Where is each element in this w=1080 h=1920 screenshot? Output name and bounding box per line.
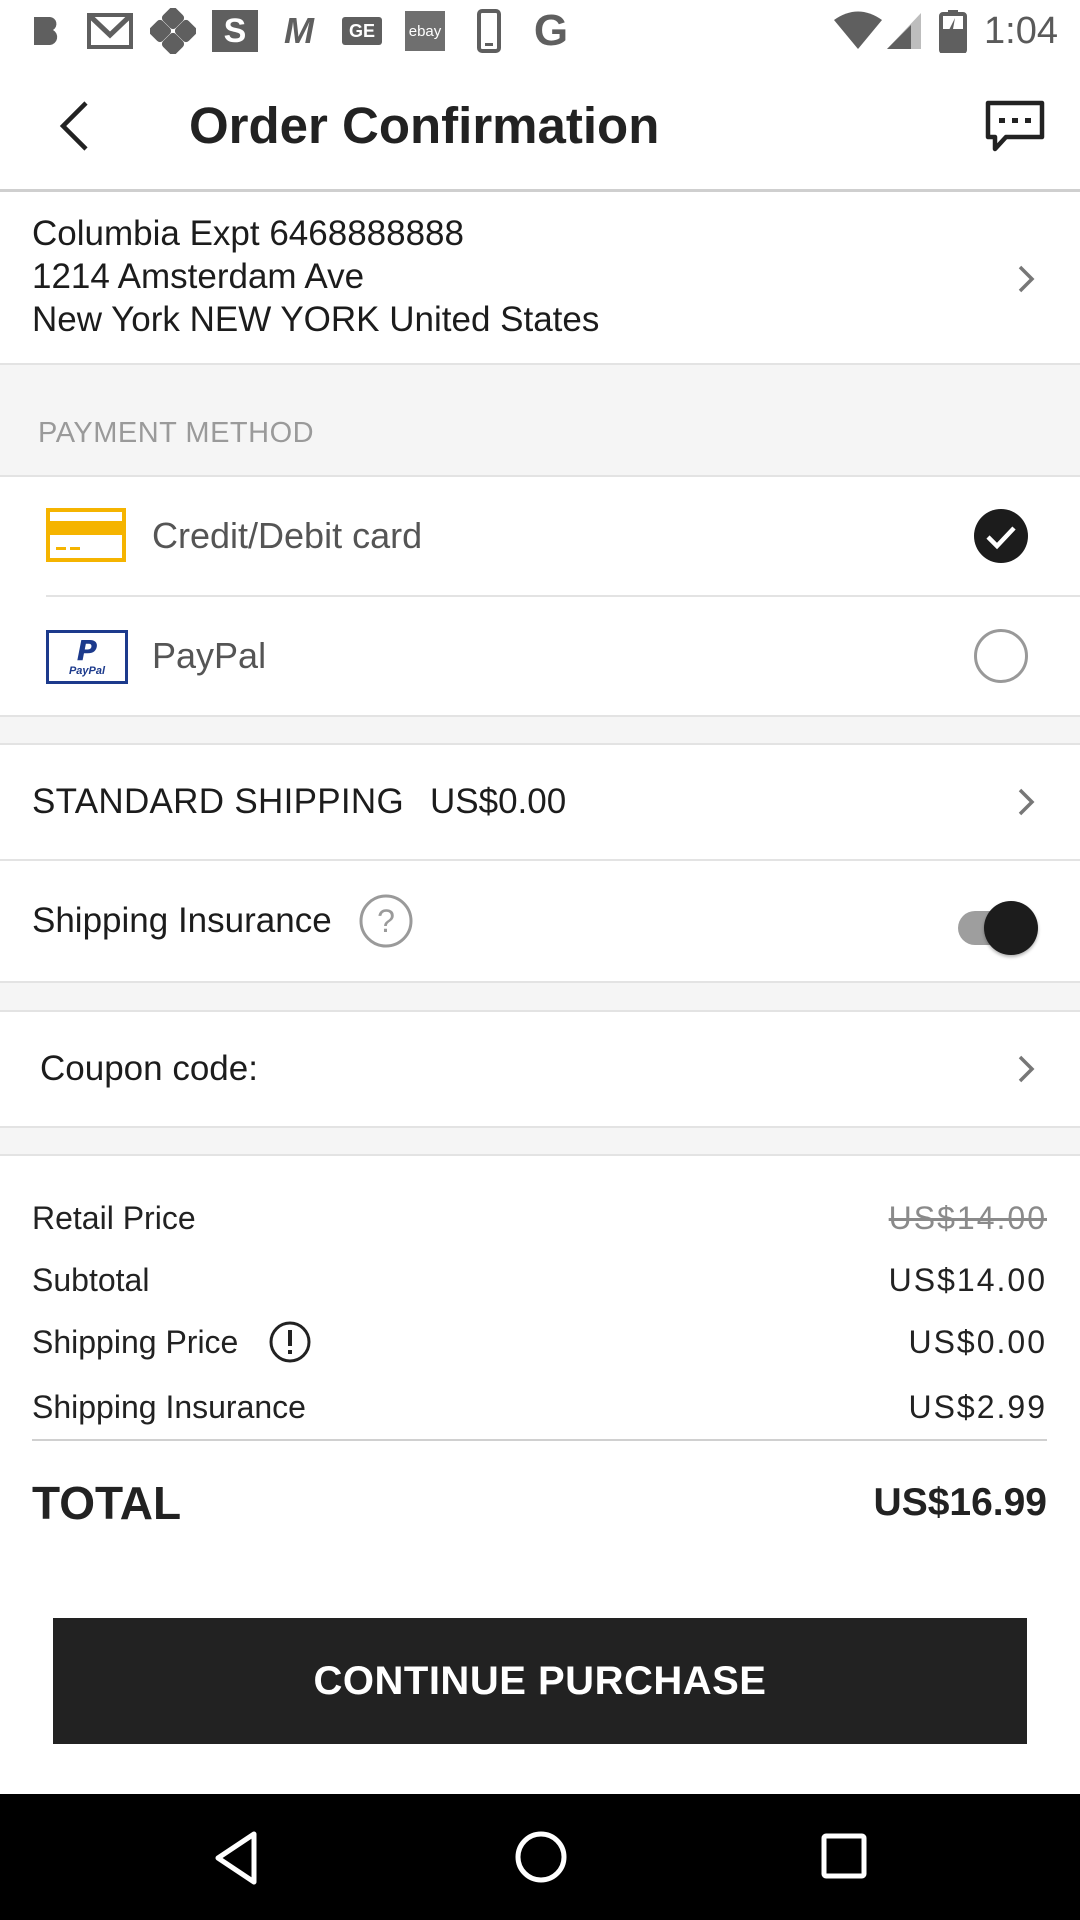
- continue-purchase-button[interactable]: CONTINUE PURCHASE: [53, 1618, 1027, 1744]
- gmail-icon: [86, 10, 134, 52]
- total-label: TOTAL: [32, 1477, 182, 1529]
- section-gap: [0, 717, 1080, 743]
- chat-button[interactable]: [984, 99, 1048, 155]
- nav-home-icon[interactable]: [514, 1830, 568, 1884]
- status-bar: S M GE ebay G 1:04: [0, 0, 1080, 63]
- help-icon[interactable]: ?: [358, 893, 414, 949]
- retail-price-label: Retail Price: [32, 1200, 196, 1236]
- m-app-text: M: [284, 10, 314, 51]
- nav-back-icon[interactable]: [212, 1830, 260, 1886]
- order-summary: Retail Price US$14.00 Subtotal US$14.00 …: [0, 1156, 1080, 1556]
- m-app-icon: M: [276, 10, 322, 52]
- address-line-3: New York NEW YORK United States: [32, 300, 600, 339]
- chevron-right-icon: [1018, 265, 1035, 293]
- signal-icon: [884, 10, 924, 52]
- address-line-2: 1214 Amsterdam Ave: [32, 257, 365, 296]
- toggle-thumb: [984, 901, 1038, 955]
- grid-app-icon: [148, 8, 198, 54]
- section-gap: [0, 983, 1080, 1010]
- payment-option-label: Credit/Debit card: [152, 515, 423, 556]
- app-header: Order Confirmation: [0, 63, 1080, 189]
- clock: 1:04: [984, 10, 1058, 52]
- section-gap: [0, 1128, 1080, 1154]
- paypal-logo-text: PayPal: [68, 665, 106, 677]
- total-value: US$16.99: [873, 1481, 1047, 1524]
- divider: [32, 1439, 1047, 1441]
- chevron-right-icon: [1018, 1055, 1035, 1083]
- b-app-icon: [28, 10, 66, 52]
- coupon-label: Coupon code:: [40, 1049, 258, 1088]
- radio-checked-icon[interactable]: [973, 508, 1029, 564]
- phone-icon: [474, 9, 504, 53]
- shipping-method-row[interactable]: STANDARD SHIPPING US$0.00: [0, 745, 1080, 859]
- shipping-insurance-toggle[interactable]: [956, 901, 1040, 957]
- payment-option-label: PayPal: [152, 635, 267, 676]
- ebay-text: ebay: [408, 22, 442, 40]
- insurance-label: Shipping Insurance: [32, 1389, 306, 1425]
- shipping-price-label: Shipping Price: [32, 1324, 239, 1360]
- s-app-icon: S: [212, 10, 258, 52]
- payment-option-card[interactable]: Credit/Debit card: [0, 477, 1080, 595]
- credit-card-icon: [46, 508, 126, 562]
- page-title: Order Confirmation: [189, 97, 660, 154]
- back-arrow-icon: [59, 101, 88, 151]
- nav-recents-icon[interactable]: [820, 1832, 868, 1880]
- insurance-value: US$2.99: [908, 1389, 1047, 1425]
- google-icon: G: [528, 6, 574, 55]
- shipping-insurance-label: Shipping Insurance: [32, 901, 332, 940]
- coupon-row[interactable]: Coupon code:: [0, 1012, 1080, 1126]
- shipping-price-value: US$0.00: [908, 1324, 1047, 1360]
- battery-charging-icon: [938, 10, 968, 53]
- s-app-text: S: [223, 11, 247, 50]
- wifi-icon: [832, 10, 884, 52]
- ge-app-text: GE: [348, 20, 375, 41]
- shipping-method-price: US$0.00: [430, 782, 567, 821]
- svg-text:?: ?: [377, 903, 395, 939]
- shipping-method-label: STANDARD SHIPPING: [32, 782, 405, 821]
- system-nav-bar: [0, 1794, 1080, 1920]
- paypal-icon: P PayPal: [46, 630, 128, 684]
- subtotal-label: Subtotal: [32, 1262, 150, 1298]
- shipping-insurance-row: Shipping Insurance ?: [0, 861, 1080, 981]
- ge-app-icon: GE: [340, 10, 384, 52]
- shipping-address-row[interactable]: Columbia Expt 6468888888 1214 Amsterdam …: [0, 192, 1080, 363]
- retail-price-value: US$14.00: [888, 1200, 1047, 1236]
- ebay-icon: ebay: [404, 10, 446, 52]
- payment-section-header: PAYMENT METHOD: [0, 365, 1080, 475]
- info-alert-icon[interactable]: [268, 1320, 312, 1364]
- payment-option-paypal[interactable]: P PayPal PayPal: [0, 597, 1080, 715]
- address-line-1: Columbia Expt 6468888888: [32, 214, 464, 253]
- chat-icon: [985, 100, 1045, 152]
- back-button[interactable]: [46, 95, 102, 157]
- chevron-right-icon: [1018, 788, 1035, 816]
- radio-unchecked-icon[interactable]: [973, 628, 1029, 684]
- subtotal-value: US$14.00: [888, 1262, 1047, 1298]
- google-text: G: [533, 6, 569, 55]
- payment-method-title: PAYMENT METHOD: [38, 417, 315, 449]
